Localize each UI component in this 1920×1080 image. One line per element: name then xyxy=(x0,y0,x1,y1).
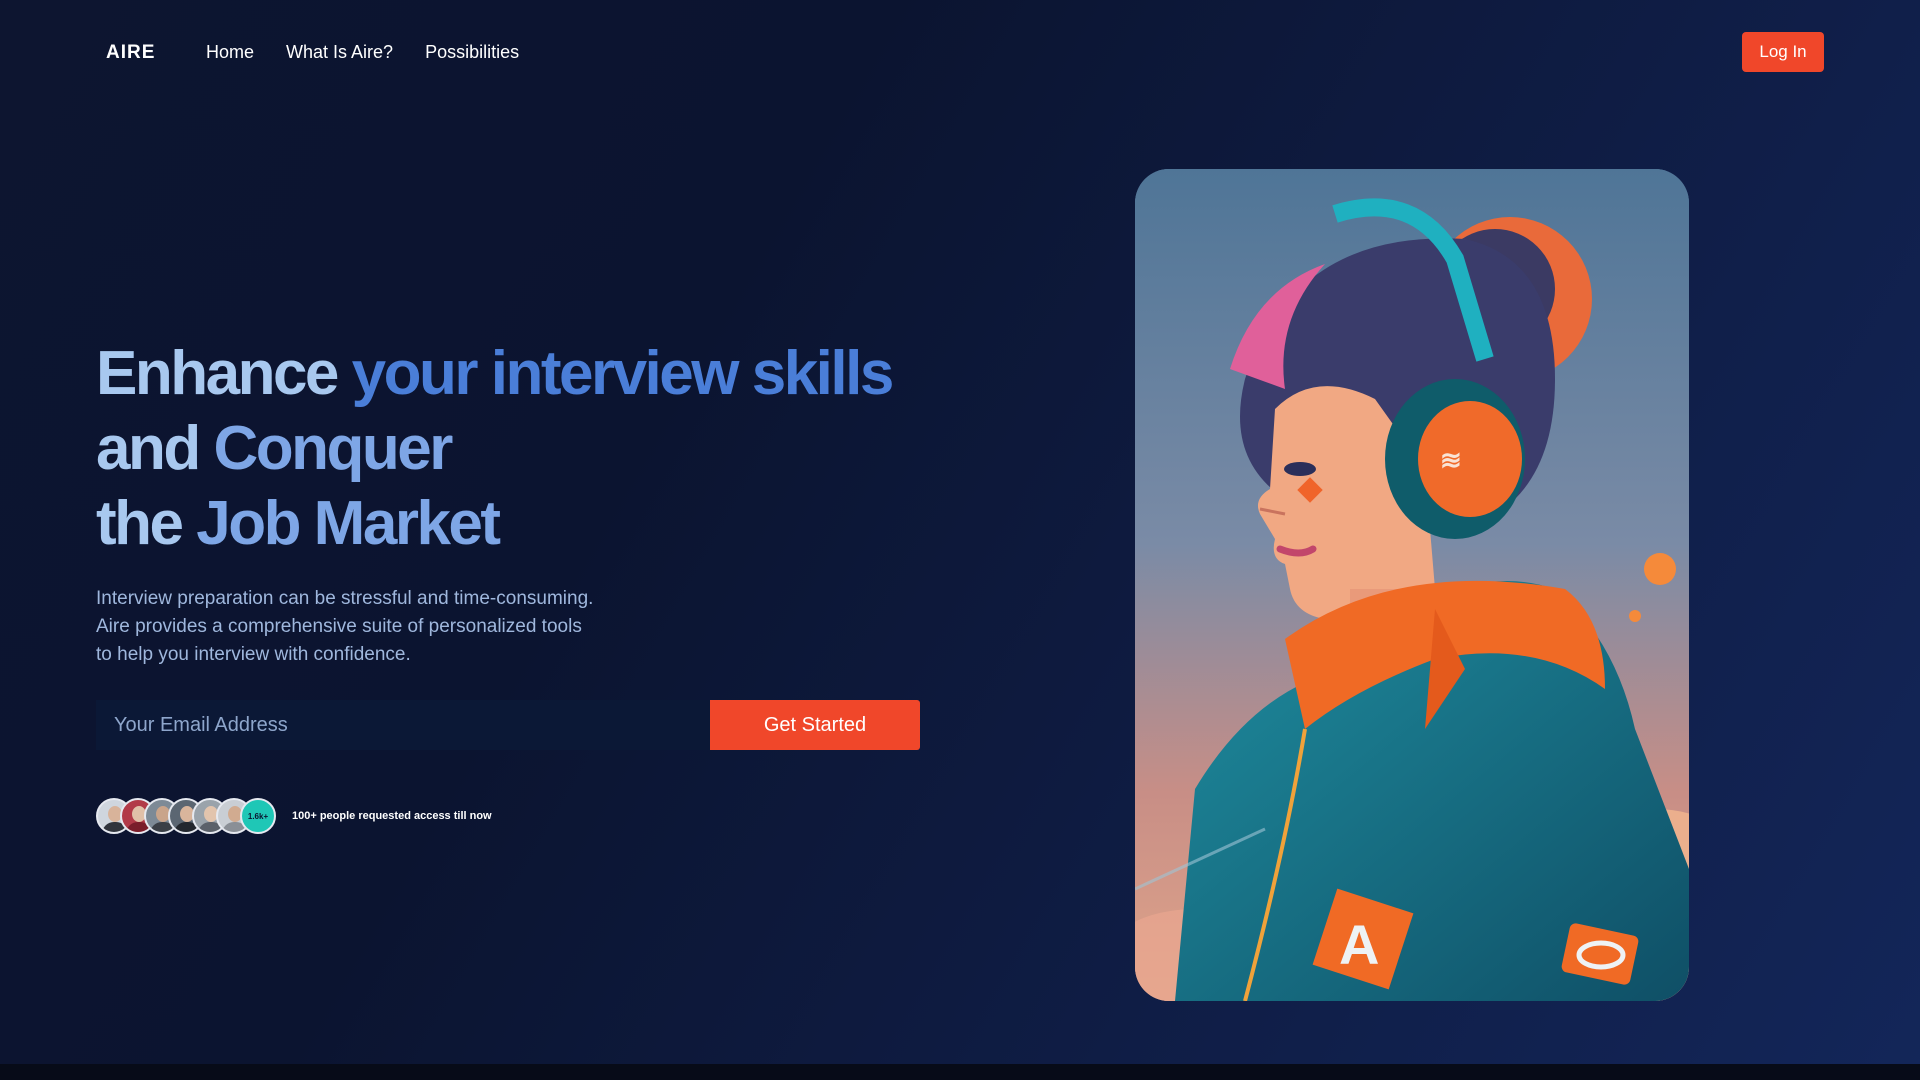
description-line-2: Aire provides a comprehensive suite of p… xyxy=(96,616,582,637)
nav-link-possibilities[interactable]: Possibilities xyxy=(425,42,519,63)
description-line-3: to help you interview with confidence. xyxy=(96,644,411,665)
svg-text:≋: ≋ xyxy=(1440,445,1462,475)
avatar-stack: 1.6k+ xyxy=(96,798,276,834)
top-nav: AIRE Home What Is Aire? Possibilities Lo… xyxy=(0,0,1920,104)
hero-headline: Enhance your interview skills and Conque… xyxy=(96,336,896,561)
headline-line-3-b: Job Market xyxy=(196,489,501,558)
headline-line-2-b: Conquer xyxy=(213,414,453,483)
login-button[interactable]: Log In xyxy=(1742,32,1824,72)
badge-letter: A xyxy=(1339,913,1379,976)
headline-line-2: and Conquer xyxy=(96,411,896,486)
nav-links: Home What Is Aire? Possibilities xyxy=(206,42,519,63)
headline-line-2-a: and xyxy=(96,414,214,483)
illustration-svg: ≋ A xyxy=(1135,169,1689,1001)
aire-logo[interactable]: AIRE xyxy=(106,42,155,64)
headline-line-1-a: Enhance xyxy=(96,339,352,408)
headline-line-3-a: the xyxy=(96,489,197,558)
avatar-count-badge: 1.6k+ xyxy=(240,798,276,834)
social-proof: 1.6k+ 100+ people requested access till … xyxy=(96,798,492,834)
hero-description: Interview preparation can be stressful a… xyxy=(96,585,656,669)
get-started-button[interactable]: Get Started xyxy=(710,700,920,750)
nav-link-home[interactable]: Home xyxy=(206,42,254,63)
footer-strip xyxy=(0,1064,1920,1080)
signup-form: Get Started xyxy=(96,700,920,750)
headline-line-1: Enhance your interview skills xyxy=(96,336,896,411)
social-proof-text: 100+ people requested access till now xyxy=(292,810,492,822)
hero-illustration: ≋ A xyxy=(1135,169,1689,1001)
headline-line-1-b: your interview skills xyxy=(351,339,895,408)
description-line-1: Interview preparation can be stressful a… xyxy=(96,588,594,609)
nav-link-what-is-aire[interactable]: What Is Aire? xyxy=(286,42,393,63)
email-input[interactable] xyxy=(96,700,710,750)
headline-line-3: the Job Market xyxy=(96,486,896,561)
